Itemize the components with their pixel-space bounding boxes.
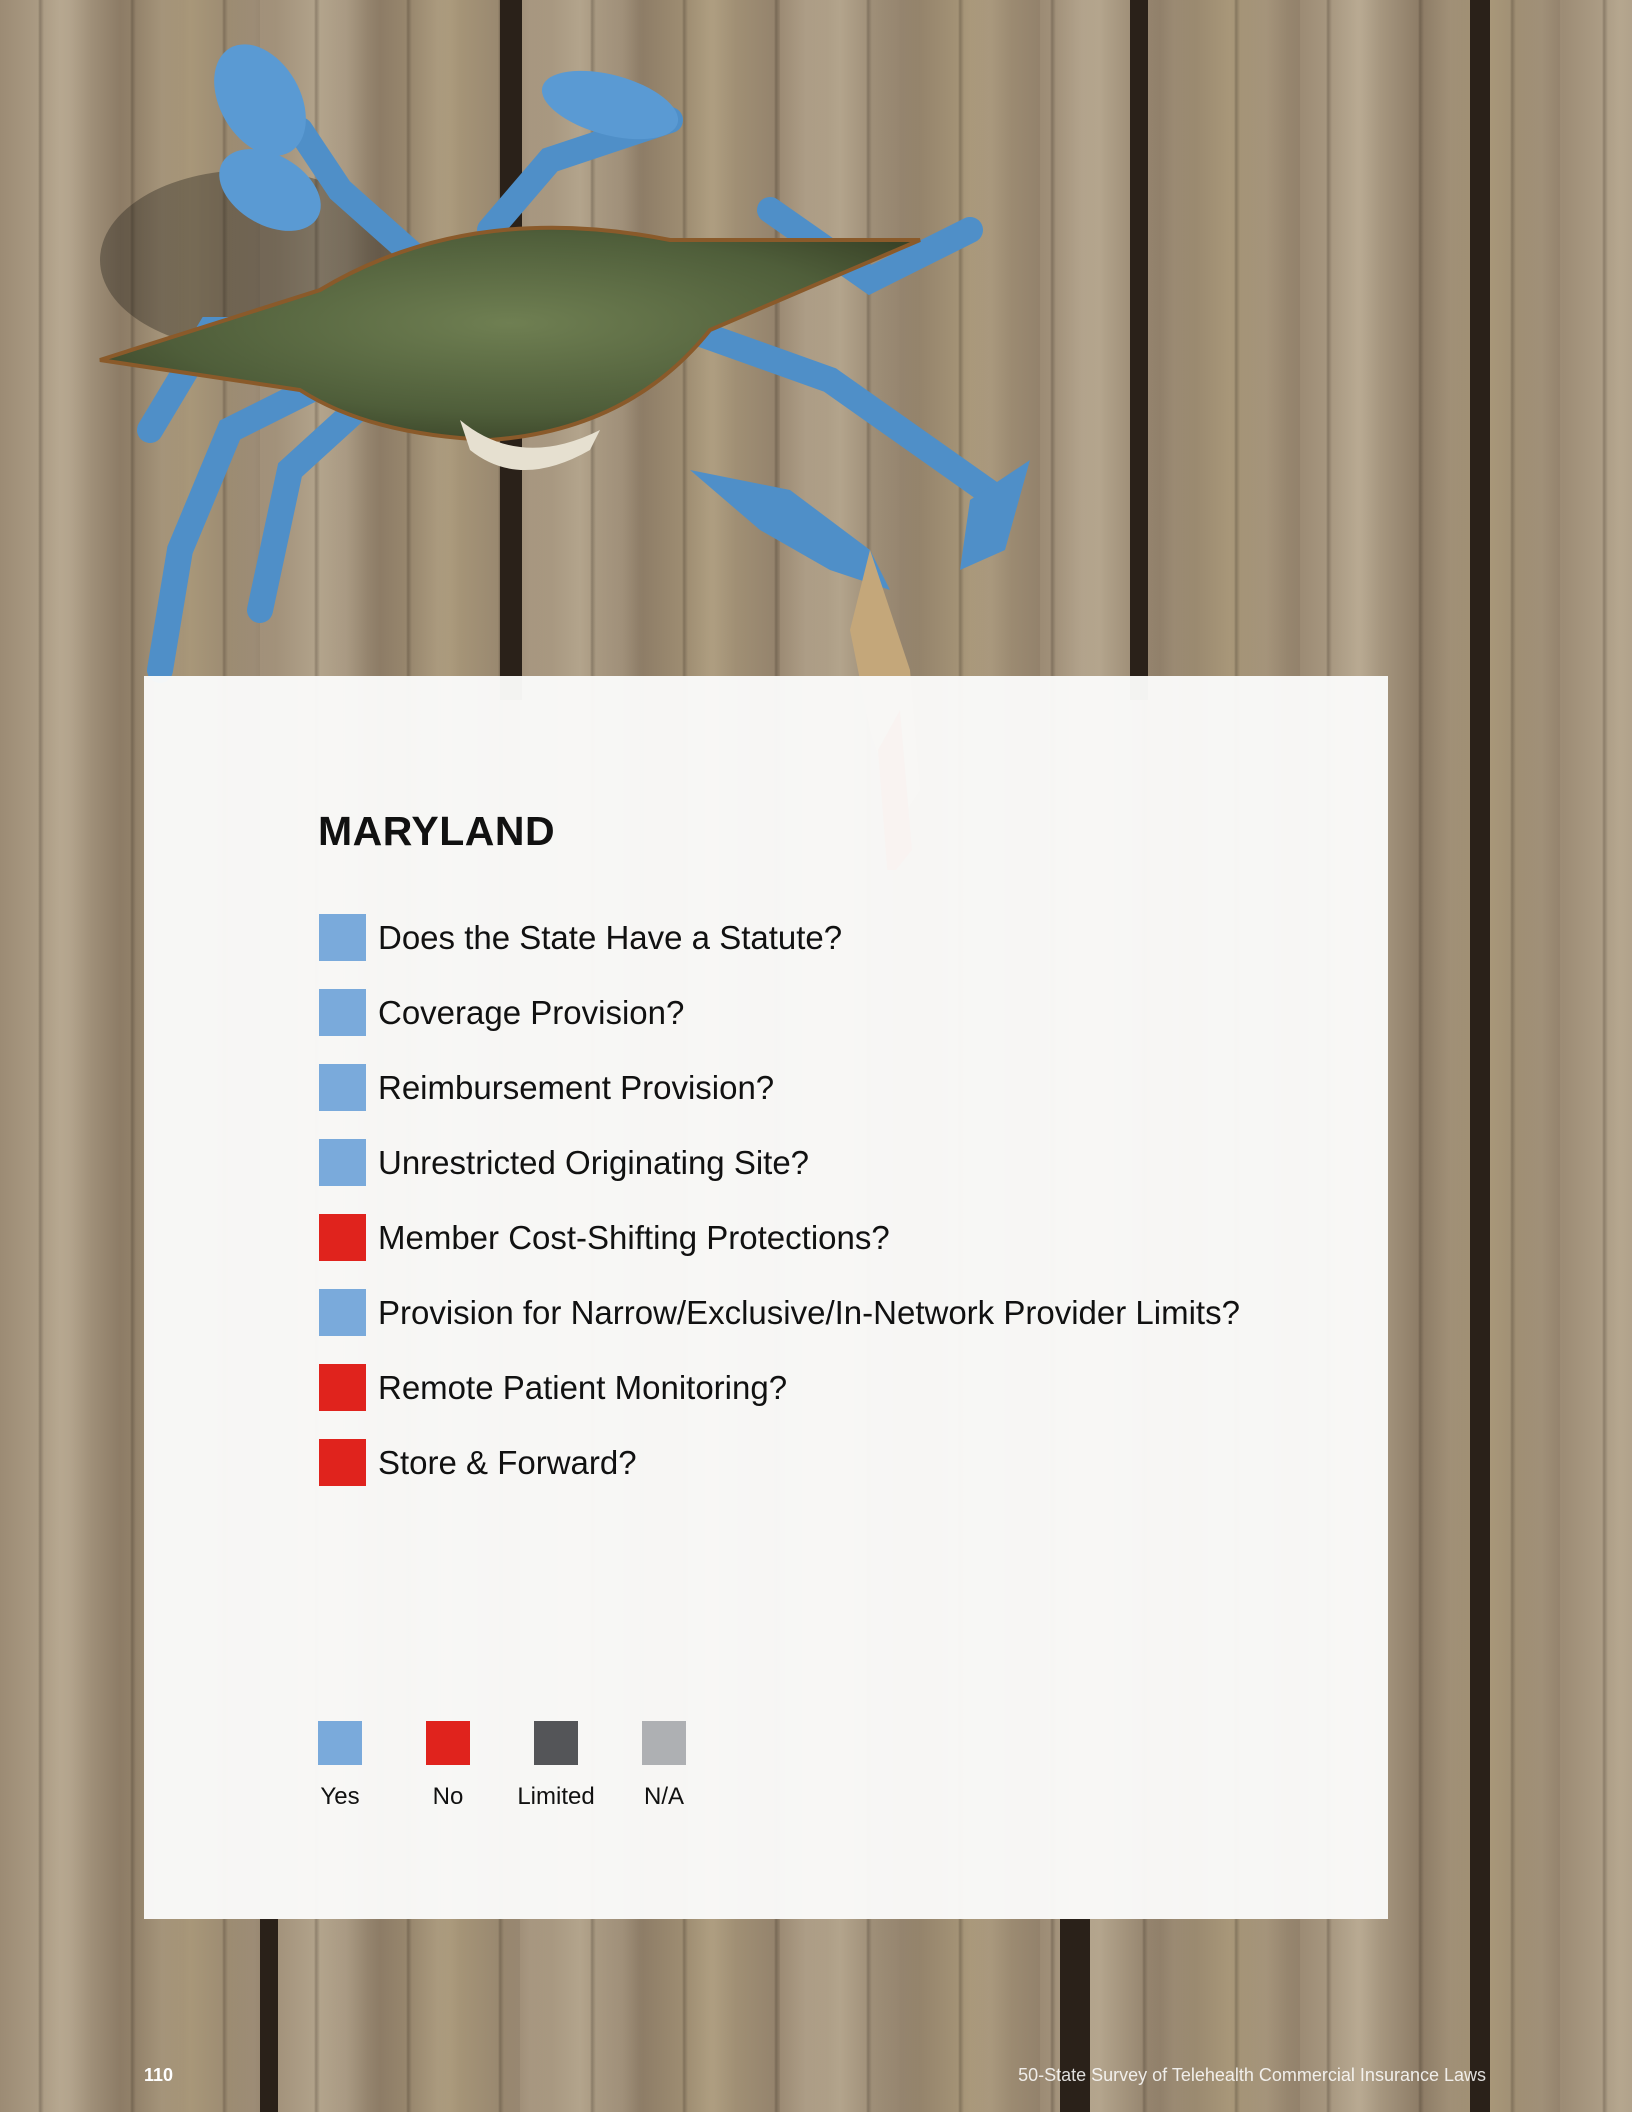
question-label: Store & Forward?: [378, 1443, 637, 1481]
legend-label: N/A: [643, 1783, 684, 1810]
question-row: Remote Patient Monitoring?: [319, 1350, 1240, 1425]
page-number: 110: [144, 2065, 174, 2085]
legend-item-yes: Yes: [318, 1721, 426, 1811]
question-row: Unrestricted Originating Site?: [319, 1125, 1240, 1200]
plank-gap: [260, 1919, 278, 2112]
status-swatch: [319, 1064, 366, 1111]
status-swatch: [319, 1214, 366, 1261]
question-label: Member Cost-Shifting Protections?: [378, 1218, 890, 1256]
legend-label: No: [432, 1783, 464, 1810]
plank-gap: [1130, 0, 1148, 700]
status-swatch: [319, 914, 366, 961]
legend-swatch: [318, 1721, 362, 1765]
question-row: Coverage Provision?: [319, 975, 1240, 1050]
status-swatch: [319, 1439, 366, 1486]
state-title: MARYLAND: [318, 808, 556, 854]
legend-swatch: [426, 1721, 470, 1765]
legend-label: Yes: [320, 1783, 360, 1810]
legend-swatch: [534, 1721, 578, 1765]
question-label: Unrestricted Originating Site?: [378, 1143, 810, 1181]
status-legend: Yes No Limited N/A: [318, 1721, 750, 1811]
status-swatch: [319, 1364, 366, 1411]
question-label: Reimbursement Provision?: [378, 1068, 775, 1106]
question-list: Does the State Have a Statute? Coverage …: [319, 900, 1240, 1500]
legend-item-limited: Limited: [517, 1721, 642, 1811]
question-row: Store & Forward?: [319, 1425, 1240, 1500]
question-label: Does the State Have a Statute?: [378, 918, 843, 956]
status-swatch: [319, 1289, 366, 1336]
question-label: Coverage Provision?: [378, 993, 685, 1031]
status-swatch: [319, 1139, 366, 1186]
legend-item-na: N/A: [642, 1721, 750, 1811]
question-row: Does the State Have a Statute?: [319, 900, 1240, 975]
question-label: Remote Patient Monitoring?: [378, 1368, 788, 1406]
question-row: Reimbursement Provision?: [319, 1050, 1240, 1125]
question-label: Provision for Narrow/Exclusive/In-Networ…: [378, 1293, 1240, 1331]
question-row: Member Cost-Shifting Protections?: [319, 1200, 1240, 1275]
status-swatch: [319, 989, 366, 1036]
publication-title: 50-State Survey of Telehealth Commercial…: [1018, 2065, 1486, 2085]
plank-gap: [1470, 0, 1490, 2112]
legend-label: Limited: [517, 1783, 595, 1810]
question-row: Provision for Narrow/Exclusive/In-Networ…: [319, 1275, 1240, 1350]
legend-swatch: [642, 1721, 686, 1765]
